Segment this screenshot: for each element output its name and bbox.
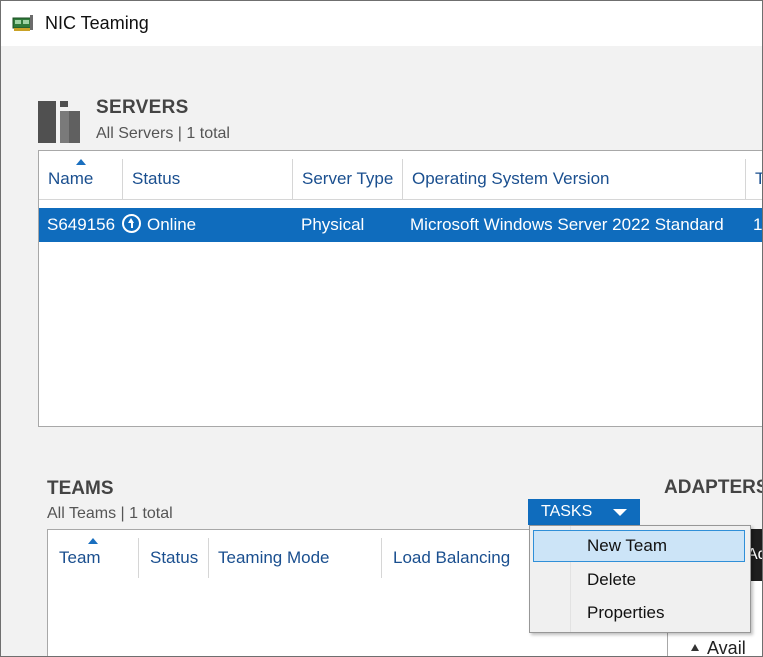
column-header-label: T [755,169,762,188]
servers-header-row: Name Status Server Type Operating System… [39,159,762,200]
teams-title: TEAMS [47,478,114,499]
column-header-os-version[interactable]: Operating System Version [403,159,746,199]
nic-teaming-window: NIC Teaming SERVERS All Servers | 1 tota… [0,0,763,657]
servers-subtitle: All Servers | 1 total [96,125,230,142]
sort-ascending-icon [88,538,98,544]
column-header-label: Team [59,548,101,567]
menu-item-new-team[interactable]: New Team [533,530,745,562]
column-header-name[interactable]: Name [39,159,123,199]
nic-teaming-app-icon [12,15,33,31]
teams-subtitle: All Teams | 1 total [47,505,173,522]
column-header-truncated[interactable]: T [746,159,762,199]
server-status: Online [147,215,197,234]
server-os-version: Microsoft Windows Server 2022 Standard [410,215,724,234]
server-status-cell: Online [122,208,196,242]
column-header-label: Status [132,169,181,188]
sort-ascending-icon [75,159,86,165]
server-name: S649156 [47,215,116,234]
column-header-server-type[interactable]: Server Type [293,159,403,199]
server-type: Physical [301,215,365,234]
column-header-label: Status [150,548,199,567]
servers-section-icon [38,101,80,143]
expand-triangle-icon[interactable] [691,644,699,651]
column-header-label: Teaming Mode [218,548,330,567]
column-header-label: Name [48,169,94,188]
title-bar: NIC Teaming [1,1,762,46]
tasks-button[interactable]: TASKS [528,499,640,525]
server-extra-column: 1 [753,215,763,234]
chevron-down-icon [613,509,627,516]
column-header-load-balancing[interactable]: Load Balancing [382,538,532,578]
tree-item-label: Avail [707,638,746,657]
tree-item-available[interactable]: Avail [691,638,746,657]
servers-table: Name Status Server Type Operating System… [38,150,763,427]
table-row[interactable]: S649156 Online Physical Microsoft Window… [39,208,763,242]
column-header-label: Operating System Version [412,169,610,188]
column-header-status[interactable]: Status [123,159,293,199]
column-header-label: Server Type [302,169,394,188]
online-arrow-icon [122,214,141,233]
column-header-team[interactable]: Team [48,538,139,578]
adapters-title: ADAPTERS [664,477,763,498]
tasks-button-label: TASKS [541,503,593,520]
column-header-label: Load Balancing [393,548,511,567]
tasks-dropdown-menu: New Team Delete Properties [529,525,751,633]
column-header-team-status[interactable]: Status [139,538,209,578]
column-header-teaming-mode[interactable]: Teaming Mode [209,538,382,578]
window-title: NIC Teaming [45,13,149,33]
servers-title: SERVERS [96,97,189,118]
menu-item-delete[interactable]: Delete [533,564,745,596]
menu-item-properties[interactable]: Properties [533,597,745,629]
